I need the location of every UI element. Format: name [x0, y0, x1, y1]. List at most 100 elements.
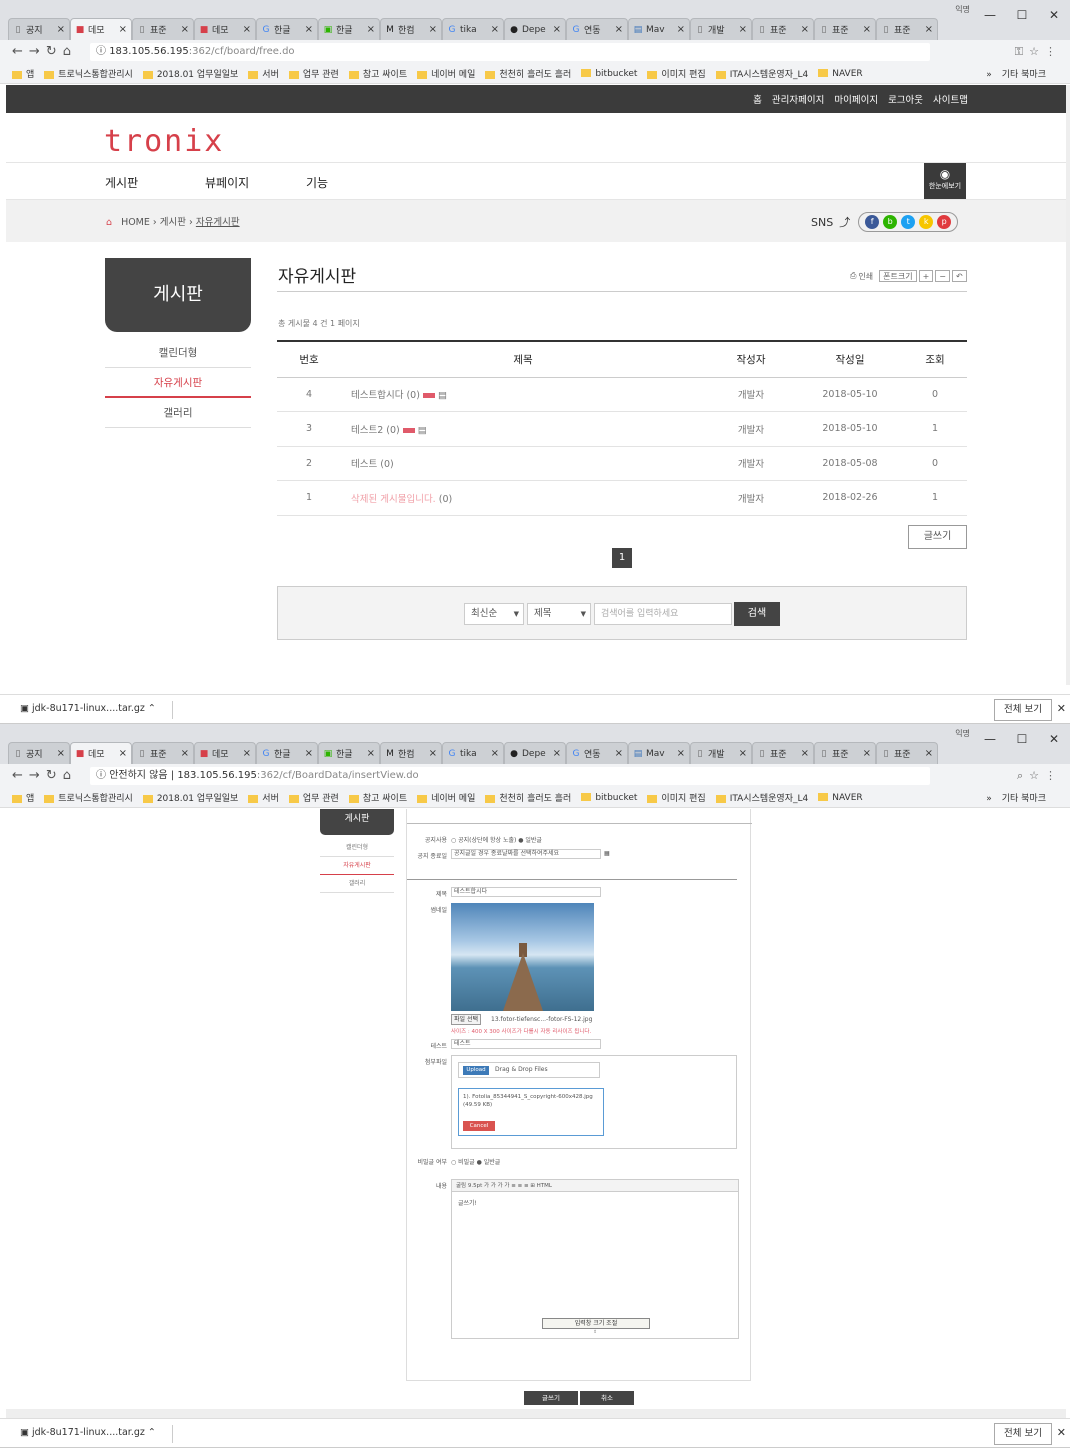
menu-icon[interactable]: ⋮: [1045, 45, 1062, 58]
font-plus-button[interactable]: +: [918, 270, 934, 282]
bookmark-item[interactable]: 서버: [248, 791, 279, 804]
browser-tab[interactable]: ▣ 한글 ×: [318, 742, 380, 764]
print-icon[interactable]: ⎙: [850, 271, 856, 281]
browser-tab[interactable]: ■ 데모 ×: [70, 742, 132, 764]
side-item-free-board[interactable]: 자유게시판: [320, 857, 394, 875]
row-title[interactable]: 테스트2 (0) ▤: [341, 411, 705, 447]
notice-end-input[interactable]: 공지글일 경우 종료날짜를 선택하여주세요: [451, 849, 601, 859]
test-input[interactable]: 테스트: [451, 1039, 601, 1049]
row-title[interactable]: 테스트 (0): [341, 446, 705, 481]
tab-close-icon[interactable]: ×: [677, 24, 685, 35]
browser-tab[interactable]: ▯ 공지 ×: [8, 742, 70, 764]
editor-toolbar[interactable]: 굴림 9.5pt 가 가 가 가 ≡ ≡ ≡ ⊞ HTML: [452, 1180, 738, 1192]
browser-tab[interactable]: ■ 데모 ×: [194, 18, 256, 40]
nav-item-view[interactable]: 뷰페이지: [205, 174, 249, 191]
editor-text[interactable]: 글쓰기!: [458, 1198, 477, 1207]
write-button[interactable]: 글쓰기: [908, 525, 967, 549]
home-icon[interactable]: ⌂: [63, 44, 77, 59]
crumb-board[interactable]: 게시판: [160, 217, 186, 228]
chevron-up-icon[interactable]: ⌃: [148, 703, 156, 714]
browser-tab[interactable]: ▣ 한글 ×: [318, 18, 380, 40]
maximize-button[interactable]: ☐: [1006, 732, 1038, 746]
back-icon[interactable]: ←: [12, 44, 29, 59]
editor-resize-handle[interactable]: ⇕: [452, 1330, 738, 1338]
show-all-button[interactable]: 전체 보기: [994, 1423, 1052, 1445]
bookmark-item[interactable]: 이미지 편집: [647, 791, 706, 804]
bookmark-item[interactable]: 천천히 흘러도 흘러: [485, 67, 571, 80]
side-item-gallery[interactable]: 갤러리: [105, 398, 251, 428]
browser-tab[interactable]: M 한컴 ×: [380, 742, 442, 764]
tab-close-icon[interactable]: ×: [491, 24, 499, 35]
side-item-gallery[interactable]: 갤러리: [320, 875, 394, 893]
home-icon[interactable]: ⌂: [63, 768, 77, 783]
tab-close-icon[interactable]: ×: [925, 748, 933, 759]
browser-tab[interactable]: ▤ Mav ×: [628, 742, 690, 764]
browser-tab[interactable]: Gtika ×: [442, 18, 504, 40]
side-item-free-board[interactable]: 자유게시판: [105, 368, 251, 398]
forward-icon[interactable]: →: [29, 44, 46, 59]
site-logo[interactable]: tronix: [104, 124, 224, 159]
chevron-up-icon[interactable]: ⌃: [148, 1427, 156, 1438]
bookmark-item[interactable]: 앱: [12, 791, 34, 804]
browser-tab[interactable]: ▯ 표준 ×: [132, 742, 194, 764]
browser-tab[interactable]: ▯ 표준 ×: [752, 742, 814, 764]
upload-button[interactable]: Upload: [463, 1066, 489, 1075]
browser-tab[interactable]: Gtika ×: [442, 742, 504, 764]
zoom-icon[interactable]: ⌕: [1017, 769, 1029, 782]
cancel-button[interactable]: 취소: [580, 1391, 634, 1405]
file-choose-button[interactable]: 파일 선택: [451, 1014, 481, 1025]
tab-close-icon[interactable]: ×: [615, 24, 623, 35]
bookmark-item[interactable]: bitbucket: [581, 69, 637, 79]
twitter-icon[interactable]: t: [901, 215, 916, 229]
notice-radio[interactable]: ○ 공지(상단에 항상 노출) ● 일반글: [451, 835, 542, 844]
tab-close-icon[interactable]: ×: [925, 24, 933, 35]
bookmark-item[interactable]: 업무 관련: [288, 791, 339, 804]
submit-button[interactable]: 글쓰기: [524, 1391, 578, 1405]
nav-item-board[interactable]: 게시판: [105, 174, 138, 191]
row-title-text[interactable]: 삭제된 게시물입니다.: [351, 494, 436, 505]
table-row[interactable]: 4 테스트합시다 (0) ▤ 개발자 2018-05-10 0: [277, 377, 967, 412]
util-link[interactable]: 로그아웃: [888, 95, 923, 106]
tab-close-icon[interactable]: ×: [739, 24, 747, 35]
tab-close-icon[interactable]: ×: [801, 24, 809, 35]
side-item-calendar[interactable]: 캘린더형: [320, 839, 394, 857]
browser-tab[interactable]: G 연동 ×: [566, 18, 628, 40]
browser-tab[interactable]: G 한글 ×: [256, 18, 318, 40]
star-icon[interactable]: ☆: [1029, 45, 1045, 58]
browser-tab[interactable]: ▯ 표준 ×: [814, 18, 876, 40]
browser-tab[interactable]: ▯ 표준 ×: [876, 18, 938, 40]
tab-close-icon[interactable]: ×: [553, 748, 561, 759]
browser-tab[interactable]: ■ 데모 ×: [194, 742, 256, 764]
browser-tab[interactable]: ▯ 개발 ×: [690, 742, 752, 764]
browser-tab[interactable]: M 한컴 ×: [380, 18, 442, 40]
info-icon[interactable]: ⓘ: [96, 770, 106, 781]
bookmark-item[interactable]: ITA시스템운영자_L4: [715, 791, 808, 804]
download-item[interactable]: ▣ jdk-8u171-linux....tar.gz ⌃: [20, 703, 156, 714]
share-icon[interactable]: ⤴: [839, 214, 850, 230]
tab-close-icon[interactable]: ×: [429, 748, 437, 759]
tab-close-icon[interactable]: ×: [57, 748, 65, 759]
bookmark-item[interactable]: 참고 싸이트: [348, 791, 407, 804]
tab-close-icon[interactable]: ×: [615, 748, 623, 759]
browser-tab[interactable]: ● Depe ×: [504, 18, 566, 40]
tab-close-icon[interactable]: ×: [429, 24, 437, 35]
util-link[interactable]: 홈: [753, 95, 762, 106]
facebook-icon[interactable]: f: [865, 215, 880, 229]
bookmark-more-button[interactable]: »: [986, 70, 992, 80]
bookmark-item[interactable]: bitbucket: [581, 793, 637, 803]
profile-label[interactable]: 익명: [955, 728, 970, 739]
tab-close-icon[interactable]: ×: [57, 24, 65, 35]
crumb-current[interactable]: 자유게시판: [196, 217, 240, 228]
bookmark-item[interactable]: 트로닉스통합관리시: [44, 791, 133, 804]
browser-tab[interactable]: ▯ 표준 ×: [132, 18, 194, 40]
order-select[interactable]: 최신순 ▼: [464, 603, 524, 625]
tab-close-icon[interactable]: ×: [677, 748, 685, 759]
font-reset-button[interactable]: ↶: [952, 270, 967, 282]
bookmark-item[interactable]: 2018.01 업무일일보: [142, 791, 238, 804]
util-link[interactable]: 사이트맵: [933, 95, 968, 106]
browser-tab[interactable]: ■ 데모 ×: [70, 18, 132, 40]
info-icon[interactable]: ⓘ: [96, 46, 106, 57]
bookmark-item[interactable]: 네이버 메일: [417, 67, 475, 80]
reload-icon[interactable]: ↻: [46, 44, 63, 59]
bookmark-item[interactable]: 네이버 메일: [417, 791, 475, 804]
